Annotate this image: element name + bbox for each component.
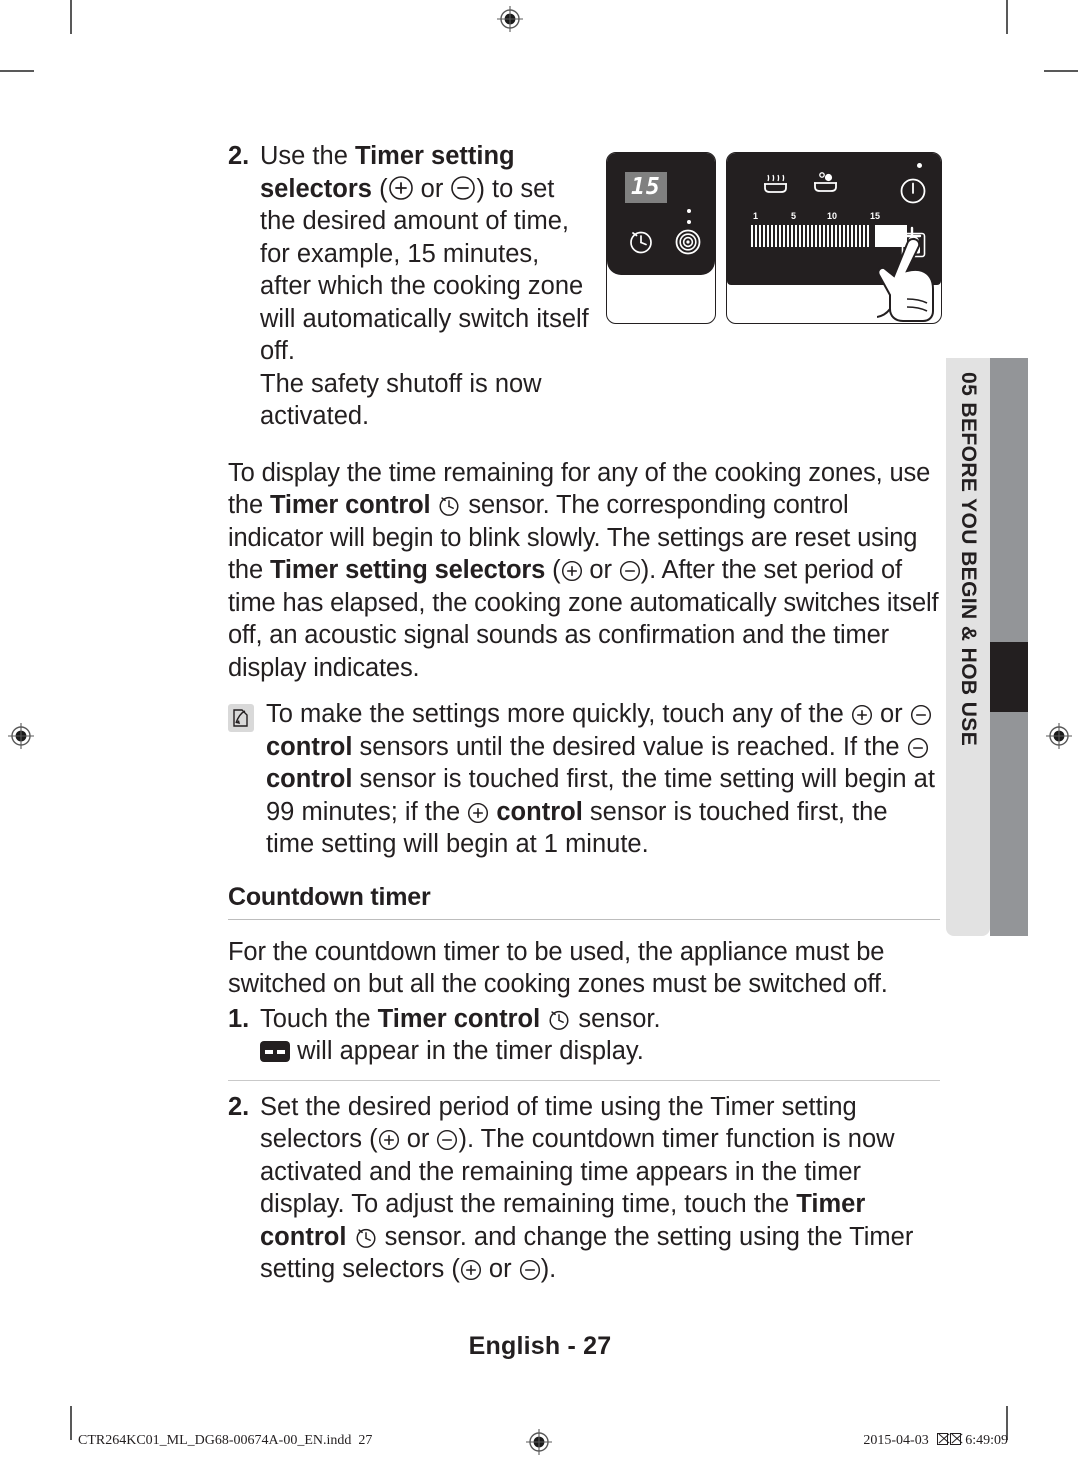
plus-icon [378,1129,400,1151]
minus-icon [519,1259,541,1281]
plus-icon [561,560,583,582]
minus-icon [436,1129,458,1151]
timer-display-paragraph: To display the time remaining for any of… [228,457,940,685]
countdown-intro: For the countdown timer to be used, the … [228,937,888,999]
note-part1: To make the settings more quickly, touch… [266,700,851,728]
timer-clock-icon [354,1225,378,1249]
crop-mark-bottom-left-vertical [70,1406,72,1440]
print-footer-right: 2015-04-03 6:49:09 [863,1433,1008,1449]
plus-icon [460,1259,482,1281]
countdown-step-1-text: Touch the Timer control sensor. will app… [260,1003,940,1068]
plus-icon [388,175,414,201]
timer-clock-icon [547,1007,571,1031]
missing-glyph-box [936,1433,948,1445]
page-content: 2. Use the Timer setting selectors ( or … [228,140,940,1286]
step-2-line7: off. [260,337,295,365]
print-date: 2015-04-03 [863,1433,929,1448]
step-2-line1-plain: Use the [260,142,355,170]
registration-target-top [497,6,523,32]
crop-mark-top-left-vertical [70,0,72,34]
print-time: 6:49:09 [965,1433,1008,1448]
manual-page: 05 BEFORE YOU BEGIN & HOB USE 15 1 5 10 … [0,0,1080,1472]
note-control-bold-3: control [496,797,583,826]
timer-clock-icon [437,493,461,517]
crop-mark-top-right-horizontal [1044,70,1078,72]
indd-file-page: 27 [358,1433,373,1448]
step-2-top: 2. Use the Timer setting selectors ( or … [228,140,603,433]
minus-icon [450,175,476,201]
registration-target-bottom [526,1429,552,1455]
cd1-part2: sensor. [571,1004,661,1033]
missing-glyph-box [949,1433,961,1445]
step-2-selectors-bold: selectors [260,174,372,203]
note-icon [228,704,254,732]
paren-open: ( [379,174,388,203]
countdown-step-2-text: Set the desired period of time using the… [260,1091,940,1286]
minus-icon [910,704,932,726]
countdown-step-1: 1. Touch the Timer control sensor. will … [228,1003,940,1068]
note-block: To make the settings more quickly, touch… [228,698,940,861]
step-2-or-1: or [413,174,451,203]
step-2-line5: after which the cooking zone [260,272,584,300]
timer-control-bold-1: Timer control [269,491,431,519]
minus-icon [619,560,641,582]
step-2-line6: will automatically switch itself [260,304,589,333]
timer-para-part2: sensor. [461,491,550,519]
crop-mark-top-left-horizontal [0,70,34,72]
note-control-bold-2: control [266,765,353,793]
chapter-tab: 05 BEFORE YOU BEGIN & HOB USE [946,358,990,936]
note-part3: sensors until the desired value is reach… [352,732,907,761]
step-2-line3: the desired amount of time, [260,207,570,235]
plus-icon [851,704,873,726]
step-2-line4: for example, 15 minutes, [260,239,540,268]
cd2-part8: ). [540,1255,557,1283]
cd2-part3: ). [458,1125,475,1153]
section-heading-countdown-timer: Countdown timer [228,883,940,920]
countdown-step-2: 2. Set the desired period of time using … [228,1091,940,1286]
timer-selectors-bold: Timer setting selectors [269,556,546,584]
countdown-step-2-number: 2. [228,1092,250,1121]
chapter-bar-active-segment [990,642,1028,712]
registration-target-left [8,723,34,749]
note-or-1: or [872,700,910,728]
registration-target-right [1046,723,1072,749]
step-2-number: 2. [228,142,250,170]
cd2-part5: To adjust the remaining time, touch the [351,1190,797,1218]
print-footer-left: CTR264KC01_ML_DG68-00674A-00_EN.indd 27 [78,1433,372,1449]
paren-open-2: ( [552,556,561,584]
cd1-part3: will appear in the timer display. [290,1037,644,1065]
note-text: To make the settings more quickly, touch… [266,698,940,861]
cd2-or-2: or [481,1255,519,1283]
plus-icon [467,802,489,824]
indd-file-name: CTR264KC01_ML_DG68-00674A-00_EN.indd [78,1433,352,1448]
note-control-bold-1: control [266,732,353,761]
timer-display-dashes-chip [260,1041,290,1062]
step-2-text: Use the Timer setting selectors ( or ) t… [260,140,603,433]
minus-icon [907,737,929,759]
page-number: English - 27 [468,1332,612,1360]
chapter-tab-label: 05 BEFORE YOU BEGIN & HOB USE [957,372,980,747]
cd1-part1: Touch the [260,1004,378,1033]
cd2-or-1: or [399,1125,437,1153]
countdown-step-1-number: 1. [228,1004,250,1033]
step-2-line2-tail: ) to set [476,174,555,203]
crop-mark-top-right-vertical [1006,0,1008,34]
timer-para-or: or [582,556,619,584]
cd1-timer-control-bold: Timer control [377,1004,541,1033]
step-2-line1-bold: Timer setting [354,142,515,170]
step-2-line8: The safety shutoff is now activated. [260,369,542,431]
divider-rule [228,1079,940,1081]
